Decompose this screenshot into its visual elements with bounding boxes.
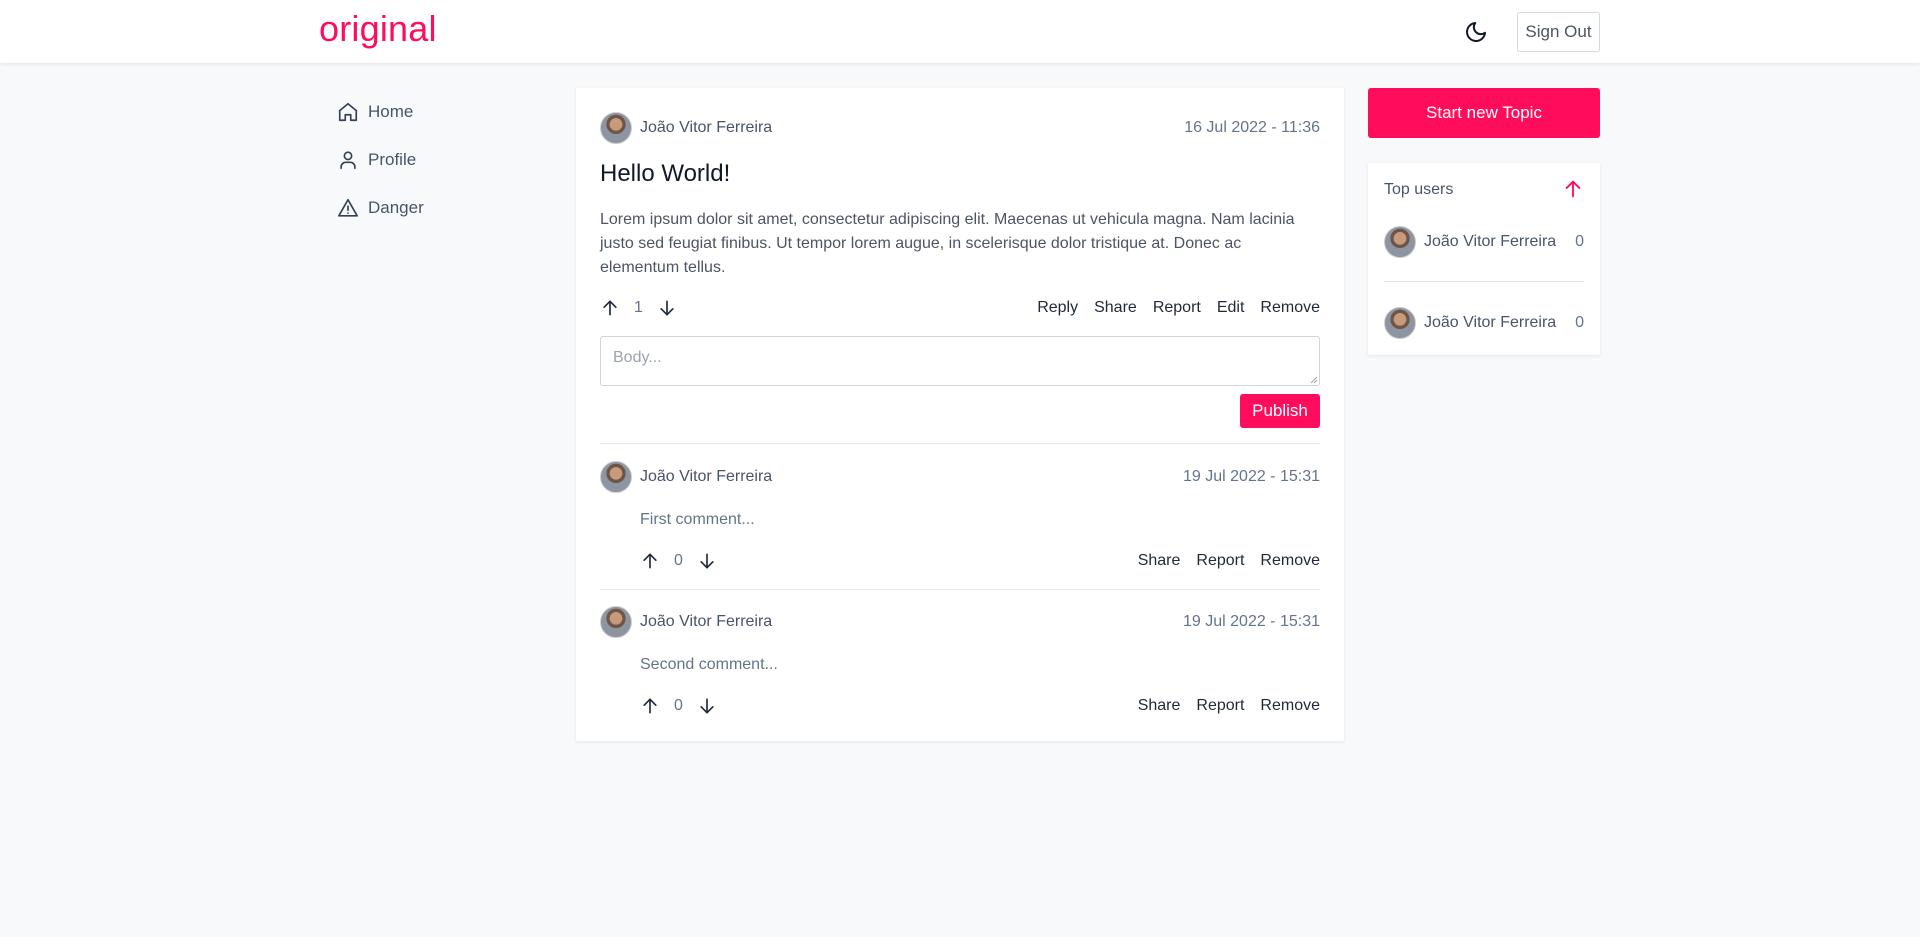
top-user-name: João Vitor Ferreira <box>1424 233 1557 250</box>
sidebar-item-label: Home <box>368 102 414 121</box>
upvote-arrow-icon[interactable] <box>600 298 620 318</box>
post-header: João Vitor Ferreira 16 Jul 2022 - 11:36 <box>600 112 1320 144</box>
comment-date: 19 Jul 2022 - 15:31 <box>1183 613 1320 630</box>
sidebar-item-profile[interactable]: Profile <box>337 148 424 172</box>
sidebar-item-label: Profile <box>368 150 417 169</box>
downvote-arrow-icon[interactable] <box>657 298 677 318</box>
report-link[interactable]: Report <box>1196 552 1244 570</box>
comment-author[interactable]: João Vitor Ferreira <box>640 613 772 631</box>
downvote-arrow-icon[interactable] <box>697 551 717 571</box>
comment-date: 19 Jul 2022 - 15:31 <box>1183 468 1320 485</box>
comment-action-row: 0 Share Report Remove <box>640 549 1320 573</box>
sidebar-item-label: Danger <box>368 198 424 217</box>
publish-button[interactable]: Publish <box>1240 394 1320 428</box>
sidebar-item-home[interactable]: Home <box>337 100 424 124</box>
avatar[interactable] <box>600 461 632 493</box>
warning-icon <box>338 198 358 217</box>
avatar[interactable] <box>600 112 632 144</box>
remove-link[interactable]: Remove <box>1260 697 1320 715</box>
sidebar-nav: Home Profile Danger <box>337 100 424 244</box>
remove-link[interactable]: Remove <box>1260 552 1320 570</box>
comment-header: João Vitor Ferreira 19 Jul 2022 - 15:31 <box>600 461 1320 493</box>
topic-card: João Vitor Ferreira 16 Jul 2022 - 11:36 … <box>576 88 1344 741</box>
share-link[interactable]: Share <box>1138 552 1181 570</box>
post-date: 16 Jul 2022 - 11:36 <box>1184 119 1320 136</box>
top-user-name: João Vitor Ferreira <box>1424 314 1557 331</box>
dark-mode-toggle-moon-icon[interactable] <box>1464 20 1488 44</box>
divider <box>600 443 1320 444</box>
vote-count: 0 <box>674 697 683 714</box>
post-author[interactable]: João Vitor Ferreira <box>640 119 772 137</box>
comment-actions: Share Report Remove <box>1122 697 1320 715</box>
post-title: Hello World! <box>600 160 731 187</box>
top-user-score: 0 <box>1575 233 1584 250</box>
downvote-arrow-icon[interactable] <box>697 696 717 716</box>
upvote-arrow-icon[interactable] <box>640 696 660 716</box>
avatar <box>1384 307 1416 339</box>
remove-link[interactable]: Remove <box>1260 299 1320 317</box>
edit-link[interactable]: Edit <box>1217 299 1245 317</box>
sign-out-button[interactable]: Sign Out <box>1517 12 1600 52</box>
comment-header: João Vitor Ferreira 19 Jul 2022 - 15:31 <box>600 606 1320 638</box>
share-link[interactable]: Share <box>1138 697 1181 715</box>
reply-body-input[interactable] <box>600 336 1320 386</box>
vote-count: 1 <box>634 299 643 316</box>
resize-grip-icon[interactable] <box>1310 376 1318 384</box>
comment-author[interactable]: João Vitor Ferreira <box>640 468 772 486</box>
divider <box>1384 281 1584 282</box>
post-action-row: 1 Reply Share Report Edit Remove <box>600 296 1320 320</box>
sidebar-item-danger[interactable]: Danger <box>337 196 424 220</box>
top-user-score: 0 <box>1575 314 1584 331</box>
vote-count: 0 <box>674 552 683 569</box>
comment-action-row: 0 Share Report Remove <box>640 694 1320 718</box>
top-users-panel: Top users João Vitor Ferreira 0 João Vit… <box>1368 163 1600 355</box>
comment-text: First comment... <box>640 511 755 528</box>
user-icon <box>340 151 356 170</box>
logo[interactable]: original <box>319 8 437 50</box>
start-new-topic-button[interactable]: Start new Topic <box>1368 88 1600 138</box>
top-users-heading: Top users <box>1384 181 1454 198</box>
post-actions: Reply Share Report Edit Remove <box>1021 299 1320 317</box>
report-link[interactable]: Report <box>1153 299 1201 317</box>
upvote-arrow-icon[interactable] <box>640 551 660 571</box>
arrow-up-icon[interactable] <box>1562 178 1584 200</box>
comment-actions: Share Report Remove <box>1122 552 1320 570</box>
divider <box>600 589 1320 590</box>
avatar <box>1384 226 1416 258</box>
top-user-row[interactable]: João Vitor Ferreira 0 <box>1384 226 1584 258</box>
home-icon <box>338 102 358 122</box>
comment-text: Second comment... <box>640 656 778 673</box>
avatar[interactable] <box>600 606 632 638</box>
top-user-row[interactable]: João Vitor Ferreira 0 <box>1384 307 1584 339</box>
share-link[interactable]: Share <box>1094 299 1137 317</box>
top-bar: original Sign Out <box>0 0 1920 63</box>
post-body: Lorem ipsum dolor sit amet, consectetur … <box>600 211 1295 276</box>
reply-link[interactable]: Reply <box>1037 299 1078 317</box>
report-link[interactable]: Report <box>1196 697 1244 715</box>
